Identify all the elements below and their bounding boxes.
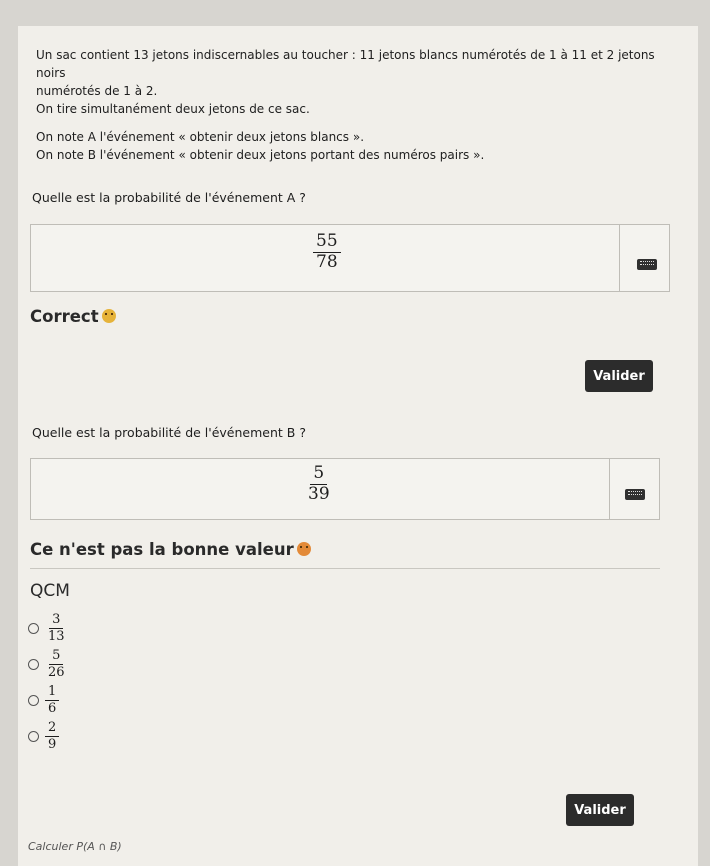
qcm-option-4[interactable]: 2 9 — [28, 718, 68, 754]
radio-icon[interactable] — [28, 622, 39, 634]
radio-icon[interactable] — [28, 694, 39, 706]
intro-line-5: On note B l'événement « obtenir deux jet… — [36, 148, 485, 162]
feedback-b-text: Ce n'est pas la bonne valeur — [30, 540, 294, 559]
divider — [30, 568, 660, 569]
intro-line-2: numérotés de 1 à 2. — [36, 84, 158, 98]
option-4-numerator: 2 — [45, 721, 60, 737]
answer-a-denominator: 78 — [316, 251, 338, 272]
option-2-denominator: 26 — [48, 664, 65, 680]
option-1-numerator: 3 — [49, 613, 64, 629]
answer-a-numerator: 55 — [313, 232, 341, 253]
intro-line-4: On note A l'événement « obtenir deux jet… — [36, 130, 365, 144]
qcm-option-3[interactable]: 1 6 — [28, 682, 68, 718]
problem-statement: Un sac contient 13 jetons indiscernables… — [36, 46, 676, 164]
answer-input-a[interactable]: 55 78 — [30, 224, 670, 292]
option-3-denominator: 6 — [48, 700, 57, 716]
qcm-options: 3 13 5 26 1 6 2 9 — [28, 610, 68, 754]
answer-input-b[interactable]: 5 39 — [30, 458, 660, 520]
feedback-a: Correct — [30, 307, 116, 326]
radio-icon[interactable] — [28, 658, 39, 670]
answer-b-fraction: 5 39 — [305, 464, 333, 504]
qcm-option-1[interactable]: 3 13 — [28, 610, 68, 646]
answer-b-denominator: 39 — [308, 483, 330, 504]
feedback-a-text: Correct — [30, 307, 99, 326]
qcm-option-2[interactable]: 5 26 — [28, 646, 68, 682]
option-2-numerator: 5 — [49, 649, 64, 665]
validate-button-a[interactable]: Valider — [585, 360, 653, 392]
feedback-b: Ce n'est pas la bonne valeur — [30, 540, 311, 559]
answer-b-numerator: 5 — [310, 464, 328, 485]
question-b-text: Quelle est la probabilité de l'événement… — [32, 425, 306, 440]
sad-emoji-icon — [296, 542, 311, 556]
option-1-denominator: 13 — [48, 628, 65, 644]
question-a-text: Quelle est la probabilité de l'événement… — [32, 190, 306, 205]
validate-button-qcm[interactable]: Valider — [566, 794, 634, 826]
happy-emoji-icon — [101, 309, 116, 323]
radio-icon[interactable] — [28, 730, 39, 742]
qcm-title: QCM — [30, 581, 70, 601]
intro-line-3: On tire simultanément deux jetons de ce … — [36, 102, 310, 116]
keyboard-icon[interactable] — [625, 489, 645, 500]
option-3-numerator: 1 — [45, 685, 60, 701]
intro-line-1: Un sac contient 13 jetons indiscernables… — [36, 48, 655, 80]
next-question-cutoff: Calculer P(A ∩ B) — [28, 840, 122, 853]
keyboard-icon[interactable] — [637, 259, 657, 270]
option-4-denominator: 9 — [48, 736, 57, 752]
answer-a-fraction: 55 78 — [313, 232, 341, 272]
